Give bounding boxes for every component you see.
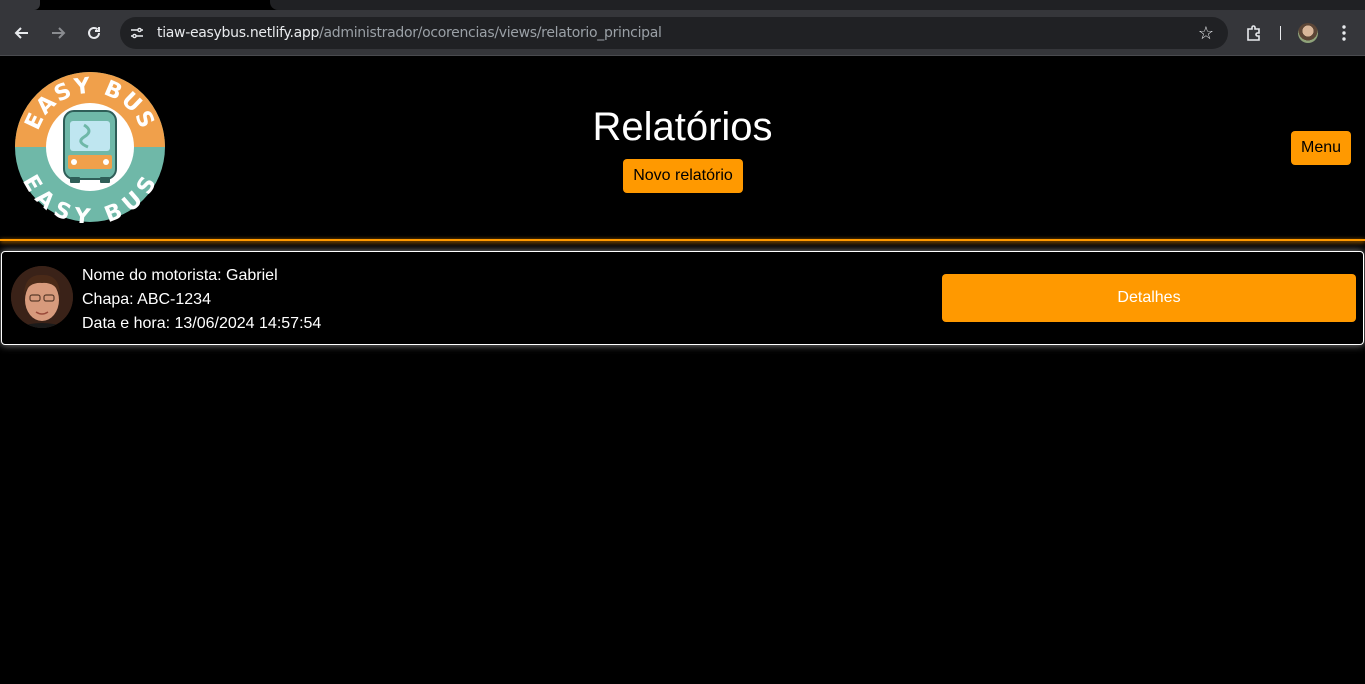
details-button[interactable]: Detalhes bbox=[942, 274, 1356, 322]
new-report-button[interactable]: Novo relatório bbox=[623, 159, 743, 193]
report-card: Nome do motorista: Gabriel Chapa: ABC-12… bbox=[1, 251, 1364, 345]
report-datetime: Data e hora: 13/06/2024 14:57:54 bbox=[82, 315, 322, 332]
extensions-icon[interactable] bbox=[1242, 21, 1266, 45]
reload-icon[interactable] bbox=[82, 21, 106, 45]
toolbar-separator bbox=[1280, 26, 1281, 40]
url-path: /administrador/ocorencias/views/relatori… bbox=[319, 25, 662, 41]
more-menu-icon[interactable] bbox=[1332, 21, 1356, 45]
address-bar[interactable]: tiaw-easybus.netlify.app/administrador/o… bbox=[120, 17, 1228, 49]
tab-strip bbox=[0, 0, 1365, 10]
page-title: Relatórios bbox=[592, 105, 773, 149]
browser-toolbar: tiaw-easybus.netlify.app/administrador/o… bbox=[0, 10, 1365, 56]
site-settings-icon[interactable] bbox=[128, 24, 146, 42]
header-divider bbox=[0, 239, 1365, 241]
plate-number: Chapa: ABC-1234 bbox=[82, 291, 211, 308]
active-tab[interactable] bbox=[0, 0, 40, 10]
url-text[interactable]: tiaw-easybus.netlify.app/administrador/o… bbox=[157, 25, 662, 41]
forward-icon[interactable] bbox=[46, 21, 70, 45]
page-content: EASY BUS EASY BUS Relatórios Novo relató… bbox=[0, 57, 1365, 684]
tab-strip-bg bbox=[270, 0, 1365, 10]
url-host: tiaw-easybus.netlify.app bbox=[157, 25, 320, 41]
bookmark-star-icon[interactable]: ☆ bbox=[1198, 23, 1214, 44]
menu-button[interactable]: Menu bbox=[1291, 131, 1351, 165]
back-icon[interactable] bbox=[10, 21, 34, 45]
profile-avatar-icon[interactable] bbox=[1298, 23, 1318, 43]
report-info: Nome do motorista: Gabriel Chapa: ABC-12… bbox=[82, 264, 321, 336]
driver-avatar bbox=[11, 266, 73, 328]
driver-name: Nome do motorista: Gabriel bbox=[82, 267, 278, 284]
